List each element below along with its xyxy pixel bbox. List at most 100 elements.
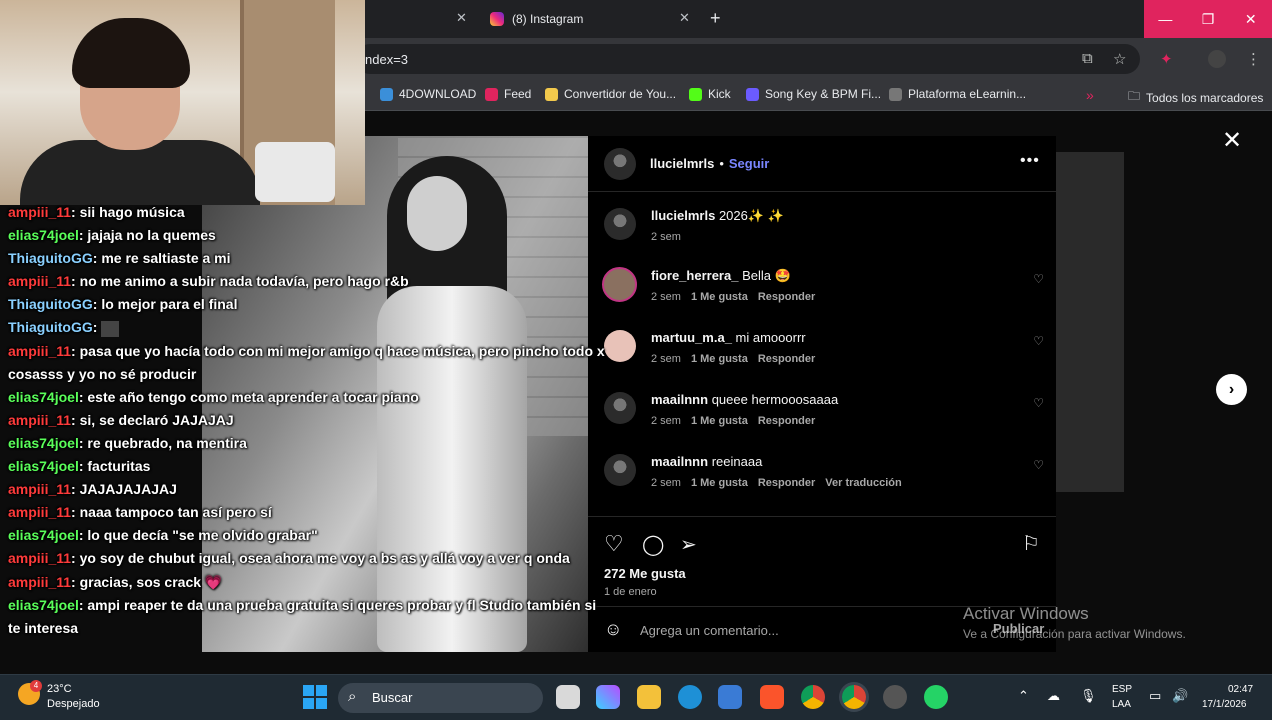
chat-text: lo que decía "se me olvido grabar"	[87, 527, 318, 544]
clock-time[interactable]: 02:47	[1228, 684, 1253, 695]
chat-text: pasa que yo hacía todo con mi mejor amig…	[8, 342, 605, 382]
commenter-username[interactable]: maailnnn	[651, 392, 708, 407]
author-username[interactable]: llucielmrls	[650, 156, 714, 171]
save-icon[interactable]: ⚐	[1022, 531, 1040, 556]
whatsapp-icon[interactable]	[924, 685, 948, 709]
bookmark-star-icon[interactable]: ☆	[1113, 50, 1126, 68]
next-post-button[interactable]: ›	[1216, 374, 1247, 405]
install-app-icon[interactable]: ⧉	[1082, 50, 1093, 67]
author-line: llucielmrls • Seguir	[650, 156, 769, 171]
share-icon[interactable]: ➢	[680, 532, 697, 557]
comment-like-icon[interactable]: ♡	[1033, 334, 1044, 348]
commenter-username[interactable]: martuu_m.a_	[651, 330, 732, 345]
comment-like-icon[interactable]: ♡	[1033, 458, 1044, 472]
caption-text: llucielmrls 2026✨ ✨	[651, 208, 784, 223]
weather-temperature[interactable]: 23°C	[47, 683, 72, 695]
obs-icon[interactable]	[883, 685, 907, 709]
commenter-username[interactable]: maailnnn	[651, 454, 708, 469]
chat-message: ampiii_11: sii hago música	[8, 204, 185, 220]
commenter-avatar[interactable]	[604, 454, 636, 486]
more-options-icon[interactable]: •••	[1020, 152, 1040, 170]
more-bookmarks-icon[interactable]: »	[1086, 87, 1094, 103]
clock-date[interactable]: 17/1/2026	[1202, 699, 1247, 710]
caption-row: llucielmrls 2026✨ ✨ 2 sem	[588, 204, 1056, 260]
restore-button[interactable]: ❐	[1187, 0, 1230, 38]
bookmark-item[interactable]: Convertidor de You...	[545, 87, 676, 101]
activate-windows-subtitle: Ve a Configuración para activar Windows.	[963, 627, 1186, 641]
edge-icon[interactable]	[678, 685, 702, 709]
volume-icon[interactable]: 🔊	[1172, 688, 1188, 704]
author-avatar[interactable]	[604, 208, 636, 240]
profile-avatar[interactable]	[1208, 50, 1226, 68]
microsoft365-icon[interactable]	[596, 685, 620, 709]
file-explorer-icon[interactable]	[637, 685, 661, 709]
extensions-icon[interactable]: ✦	[1160, 50, 1173, 68]
see-translation-link[interactable]: Ver traducción	[825, 477, 901, 489]
author-avatar[interactable]	[604, 148, 636, 180]
instagram-icon	[490, 12, 504, 26]
reply-button[interactable]: Responder	[758, 415, 815, 427]
url-field[interactable]	[355, 44, 1140, 74]
close-window-button[interactable]: ✕	[1229, 0, 1272, 38]
comment-text: queee hermooosaaaa	[711, 392, 839, 407]
chat-text: este año tengo como meta aprender a toca…	[87, 388, 419, 405]
chat-username: ThiaguitoGG	[8, 250, 93, 267]
comment-like-icon[interactable]: ♡	[1033, 272, 1044, 286]
reply-button[interactable]: Responder	[758, 353, 815, 365]
follow-button[interactable]: Seguir	[729, 156, 769, 171]
commenter-avatar[interactable]	[604, 330, 636, 362]
chat-text: me re saltiaste a mi	[101, 250, 231, 267]
chrome-active-icon[interactable]	[842, 685, 866, 709]
tab-instagram[interactable]: (8) Instagram	[490, 0, 583, 38]
bookmark-item[interactable]: Song Key & BPM Fi...	[746, 87, 881, 101]
bookmark-favicon-icon	[545, 87, 558, 101]
minimize-button[interactable]: —	[1144, 0, 1187, 38]
commenter-username[interactable]: fiore_herrera_	[651, 268, 738, 283]
chrome-icon[interactable]	[801, 685, 825, 709]
comment-row: martuu_m.a_ mi amooorrr 2 sem 1 Me gusta R…	[588, 326, 1056, 382]
close-modal-icon[interactable]: ✕	[1222, 126, 1242, 155]
chat-username: ampiii_11	[8, 573, 72, 590]
weather-condition[interactable]: Despejado	[47, 698, 100, 710]
chat-username: elias74joel	[8, 388, 79, 405]
bookmark-favicon-icon	[380, 87, 393, 101]
reply-button[interactable]: Responder	[758, 477, 815, 489]
close-tab-icon[interactable]: ✕	[679, 10, 690, 26]
comment-likes[interactable]: 1 Me gusta	[691, 477, 748, 489]
chat-message: ampiii_11: naaa tampoco tan así pero sí	[8, 504, 272, 521]
store-icon[interactable]	[718, 685, 742, 709]
bookmark-item[interactable]: Plataforma eLearnin...	[889, 87, 1026, 101]
taskbar-search[interactable]	[338, 683, 543, 713]
bookmark-item[interactable]: 4DOWNLOAD	[380, 87, 476, 101]
microphone-icon[interactable]: 🎙	[1080, 688, 1097, 704]
comment-like-icon[interactable]: ♡	[1033, 396, 1044, 410]
keyboard-layout[interactable]: LAA	[1112, 699, 1131, 710]
bookmark-item[interactable]: Feed	[485, 87, 531, 101]
webcam-overlay	[0, 0, 365, 205]
reply-button[interactable]: Responder	[758, 291, 815, 303]
task-view-icon[interactable]	[556, 685, 580, 709]
language-code[interactable]: ESP	[1112, 684, 1132, 695]
comment-icon[interactable]: ◯	[642, 532, 664, 557]
new-tab-button[interactable]: +	[710, 8, 721, 29]
start-button[interactable]	[303, 685, 327, 709]
close-tab-icon[interactable]: ✕	[456, 10, 467, 26]
chat-text: si, se declaró JAJAJAJ	[79, 411, 234, 428]
browser-menu-icon[interactable]: ⋮	[1246, 50, 1261, 68]
comment-likes[interactable]: 1 Me gusta	[691, 415, 748, 427]
comment-text: reeinaaa	[711, 454, 763, 469]
onedrive-icon[interactable]: ☁	[1047, 688, 1060, 704]
chat-message: elias74joel: ampi reaper te da una prueb…	[8, 596, 597, 636]
show-hidden-icons[interactable]: ⌃	[1018, 688, 1029, 704]
chat-message: ampiii_11: no me animo a subir nada toda…	[8, 273, 409, 290]
chat-text: gracias, sos crack 💗	[79, 573, 223, 590]
brave-icon[interactable]	[760, 685, 784, 709]
commenter-avatar[interactable]	[604, 392, 636, 424]
comment-input[interactable]	[640, 619, 970, 641]
bookmark-item[interactable]: Kick	[689, 87, 731, 101]
network-icon[interactable]: ▭	[1149, 688, 1161, 704]
all-bookmarks-folder[interactable]: 🗀 Todos los marcadores	[1128, 87, 1263, 108]
like-count[interactable]: 272 Me gusta	[604, 566, 686, 581]
comment-likes[interactable]: 1 Me gusta	[691, 291, 748, 303]
comment-likes[interactable]: 1 Me gusta	[691, 353, 748, 365]
